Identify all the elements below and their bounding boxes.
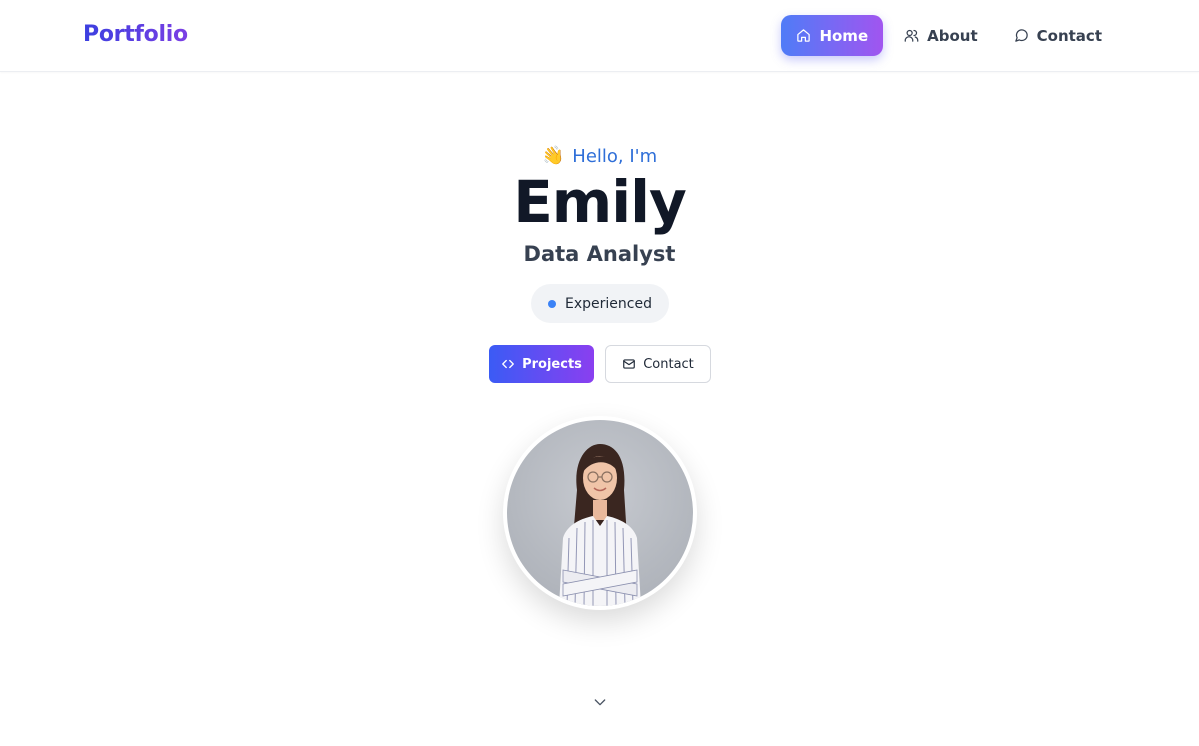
nav-item-home[interactable]: Home xyxy=(781,15,884,56)
nav-item-about[interactable]: About xyxy=(889,15,993,56)
nav-item-label: Home xyxy=(819,26,869,45)
mail-icon xyxy=(623,359,636,369)
greeting: 👋 Hello, I'm xyxy=(0,144,1199,169)
contact-button[interactable]: Contact xyxy=(605,345,711,383)
hero-role: Data Analyst xyxy=(523,242,676,266)
home-icon xyxy=(797,29,811,42)
profile-photo xyxy=(507,420,693,606)
experience-badge: Experienced xyxy=(531,284,669,323)
projects-button[interactable]: Projects xyxy=(489,345,594,383)
brand-logo[interactable]: Portfolio xyxy=(83,22,188,47)
code-icon xyxy=(502,359,514,369)
users-icon xyxy=(904,29,919,42)
hero-name: Emily xyxy=(513,168,687,236)
contact-button-label: Contact xyxy=(643,356,694,372)
badge-label: Experienced xyxy=(565,295,652,312)
waving-hand-icon: 👋 xyxy=(540,144,566,169)
navbar: Portfolio Home About Contact xyxy=(0,0,1199,72)
profile-photo-illustration xyxy=(559,444,641,606)
nav-item-label: Contact xyxy=(1036,26,1102,45)
greeting-text: Hello, I'm xyxy=(572,146,658,167)
nav-item-label: About xyxy=(927,26,978,45)
nav-item-contact[interactable]: Contact xyxy=(999,15,1117,56)
avatar xyxy=(503,416,697,610)
nav-links: Home About Contact xyxy=(781,15,1117,56)
projects-button-label: Projects xyxy=(522,356,582,372)
message-circle-icon xyxy=(1014,29,1028,42)
chevron-down-icon[interactable] xyxy=(592,694,608,710)
status-dot-icon xyxy=(548,299,557,308)
